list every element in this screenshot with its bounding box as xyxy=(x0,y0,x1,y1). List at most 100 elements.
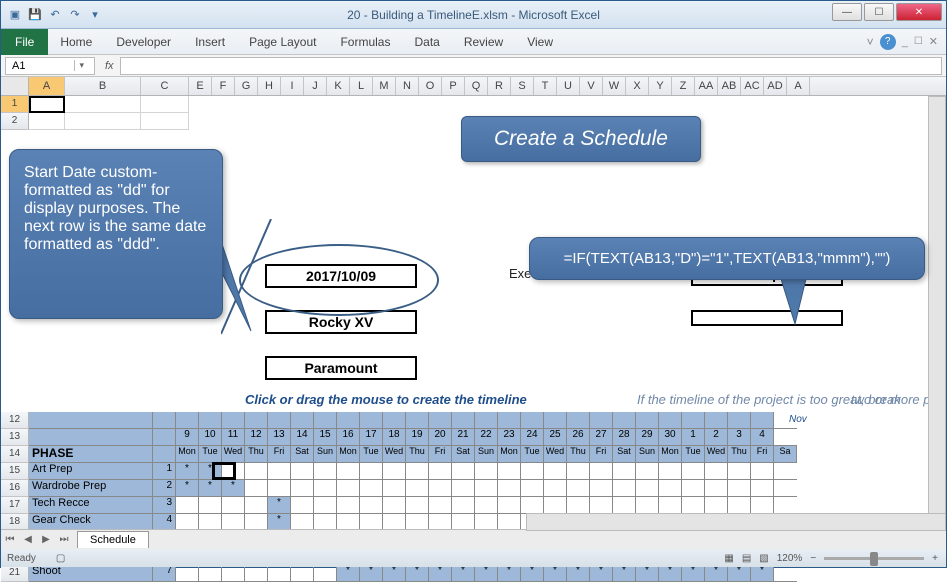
phase-0-cell-22[interactable] xyxy=(682,463,705,479)
phase-6-cell-24[interactable]: * xyxy=(728,565,751,581)
phase-6-cell-6[interactable] xyxy=(314,565,337,581)
phase-1-cell-11[interactable] xyxy=(429,480,452,496)
phase-2-cell-22[interactable] xyxy=(682,497,705,513)
phase-2-cell-18[interactable] xyxy=(590,497,613,513)
tl-num-head-13[interactable] xyxy=(153,429,176,445)
tl-wd-6[interactable]: Sun xyxy=(314,446,337,462)
formula-input[interactable] xyxy=(120,57,942,75)
phase-0-cell-11[interactable] xyxy=(429,463,452,479)
tl-month-12[interactable] xyxy=(452,412,475,428)
tl-wd-11[interactable]: Fri xyxy=(429,446,452,462)
name-box[interactable]: A1 ▾ xyxy=(5,57,95,75)
phase-0-cell-5[interactable] xyxy=(291,463,314,479)
phase-0-cell-6[interactable] xyxy=(314,463,337,479)
phase-1-cell-9[interactable] xyxy=(383,480,406,496)
tl-wd-18[interactable]: Fri xyxy=(590,446,613,462)
phase-6-cell-0[interactable] xyxy=(176,565,199,581)
col-S[interactable]: S xyxy=(511,77,534,95)
tl-day-2[interactable]: 11 xyxy=(222,429,245,445)
phase-3-cell-0[interactable] xyxy=(176,514,199,530)
tl-wd-1[interactable]: Tue xyxy=(199,446,222,462)
zoom-in-icon[interactable]: + xyxy=(932,553,938,564)
phase-0-cell-19[interactable] xyxy=(613,463,636,479)
col-A[interactable]: A xyxy=(29,77,65,95)
tl-phase-head-12[interactable] xyxy=(29,412,153,428)
horizontal-scrollbar[interactable] xyxy=(526,513,946,531)
phase-6-label[interactable]: Shoot xyxy=(29,565,153,581)
redo-icon[interactable]: ↷ xyxy=(67,7,83,23)
phase-0-cell-0[interactable]: * xyxy=(176,463,199,479)
phase-2-cell-13[interactable] xyxy=(475,497,498,513)
phase-0-cell-23[interactable] xyxy=(705,463,728,479)
phase-2-cell-8[interactable] xyxy=(360,497,383,513)
phase-6-cell-25[interactable]: * xyxy=(751,565,774,581)
win-min-icon[interactable]: _ xyxy=(902,36,908,48)
phase-0-num[interactable]: 1 xyxy=(153,463,176,479)
col-R[interactable]: R xyxy=(488,77,511,95)
phase-3-cell-2[interactable] xyxy=(222,514,245,530)
tl-month-3[interactable] xyxy=(245,412,268,428)
tl-wd-4[interactable]: Fri xyxy=(268,446,291,462)
tl-day-5[interactable]: 14 xyxy=(291,429,314,445)
tl-day-17[interactable]: 26 xyxy=(567,429,590,445)
phase-1-cell-3[interactable] xyxy=(245,480,268,496)
tl-month-13[interactable] xyxy=(475,412,498,428)
phase-2-cell-2[interactable] xyxy=(222,497,245,513)
ribbon-tab-page-layout[interactable]: Page Layout xyxy=(237,31,328,53)
phase-2-cell-10[interactable] xyxy=(406,497,429,513)
phase-0-cell-10[interactable] xyxy=(406,463,429,479)
phase-1-cell-14[interactable] xyxy=(498,480,521,496)
phase-2-cell-14[interactable] xyxy=(498,497,521,513)
phase-0-cell-15[interactable] xyxy=(521,463,544,479)
col-Y[interactable]: Y xyxy=(649,77,672,95)
tl-num-head-14[interactable] xyxy=(153,446,176,462)
phase-2-cell-15[interactable] xyxy=(521,497,544,513)
tl-day-19[interactable]: 28 xyxy=(613,429,636,445)
phase-6-cell-4[interactable] xyxy=(268,565,291,581)
col-M[interactable]: M xyxy=(373,77,396,95)
tl-wd-20[interactable]: Sun xyxy=(636,446,659,462)
phase-1-cell-13[interactable] xyxy=(475,480,498,496)
phase-1-cell-21[interactable] xyxy=(659,480,682,496)
phase-2-label[interactable]: Tech Recce xyxy=(29,497,153,513)
phase-0-cell-20[interactable] xyxy=(636,463,659,479)
phase-0-cell-1[interactable]: * xyxy=(199,463,222,479)
tl-day-15[interactable]: 24 xyxy=(521,429,544,445)
row-2-header[interactable]: 2 xyxy=(1,113,29,130)
phase-1-cell-20[interactable] xyxy=(636,480,659,496)
col-AA[interactable]: AA xyxy=(695,77,718,95)
col-Z[interactable]: Z xyxy=(672,77,695,95)
phase-1-num[interactable]: 2 xyxy=(153,480,176,496)
phase-3-cell-3[interactable] xyxy=(245,514,268,530)
col-A[interactable]: A xyxy=(787,77,810,95)
tl-day-3[interactable]: 12 xyxy=(245,429,268,445)
tab-nav-prev[interactable]: ◀ xyxy=(19,534,37,545)
cell-C1[interactable] xyxy=(141,96,189,113)
cell-A1[interactable] xyxy=(29,96,65,113)
phase-6-cell-16[interactable]: * xyxy=(544,565,567,581)
col-K[interactable]: K xyxy=(327,77,350,95)
tl-wd-21[interactable]: Mon xyxy=(659,446,682,462)
phase-0-cell-9[interactable] xyxy=(383,463,406,479)
tl-month-24[interactable] xyxy=(728,412,751,428)
row-13-header[interactable]: 13 xyxy=(1,429,29,446)
tl-month-20[interactable] xyxy=(636,412,659,428)
namebox-dropdown-icon[interactable]: ▾ xyxy=(74,60,88,71)
tl-day-6[interactable]: 15 xyxy=(314,429,337,445)
tl-month-14[interactable] xyxy=(498,412,521,428)
tl-month-2[interactable] xyxy=(222,412,245,428)
tl-month-19[interactable] xyxy=(613,412,636,428)
phase-6-cell-3[interactable] xyxy=(245,565,268,581)
tl-day-1[interactable]: 10 xyxy=(199,429,222,445)
phase-1-cell-16[interactable] xyxy=(544,480,567,496)
minimize-button[interactable]: — xyxy=(832,3,862,21)
phase-1-cell-7[interactable] xyxy=(337,480,360,496)
phase-2-cell-24[interactable] xyxy=(728,497,751,513)
row-16-header[interactable]: 16 xyxy=(1,480,29,497)
phase-1-cell-12[interactable] xyxy=(452,480,475,496)
tl-wd-13[interactable]: Sun xyxy=(475,446,498,462)
ribbon-tab-formulas[interactable]: Formulas xyxy=(328,31,402,53)
phase-2-cell-0[interactable] xyxy=(176,497,199,513)
zoom-level[interactable]: 120% xyxy=(777,553,803,564)
tl-wd-8[interactable]: Tue xyxy=(360,446,383,462)
